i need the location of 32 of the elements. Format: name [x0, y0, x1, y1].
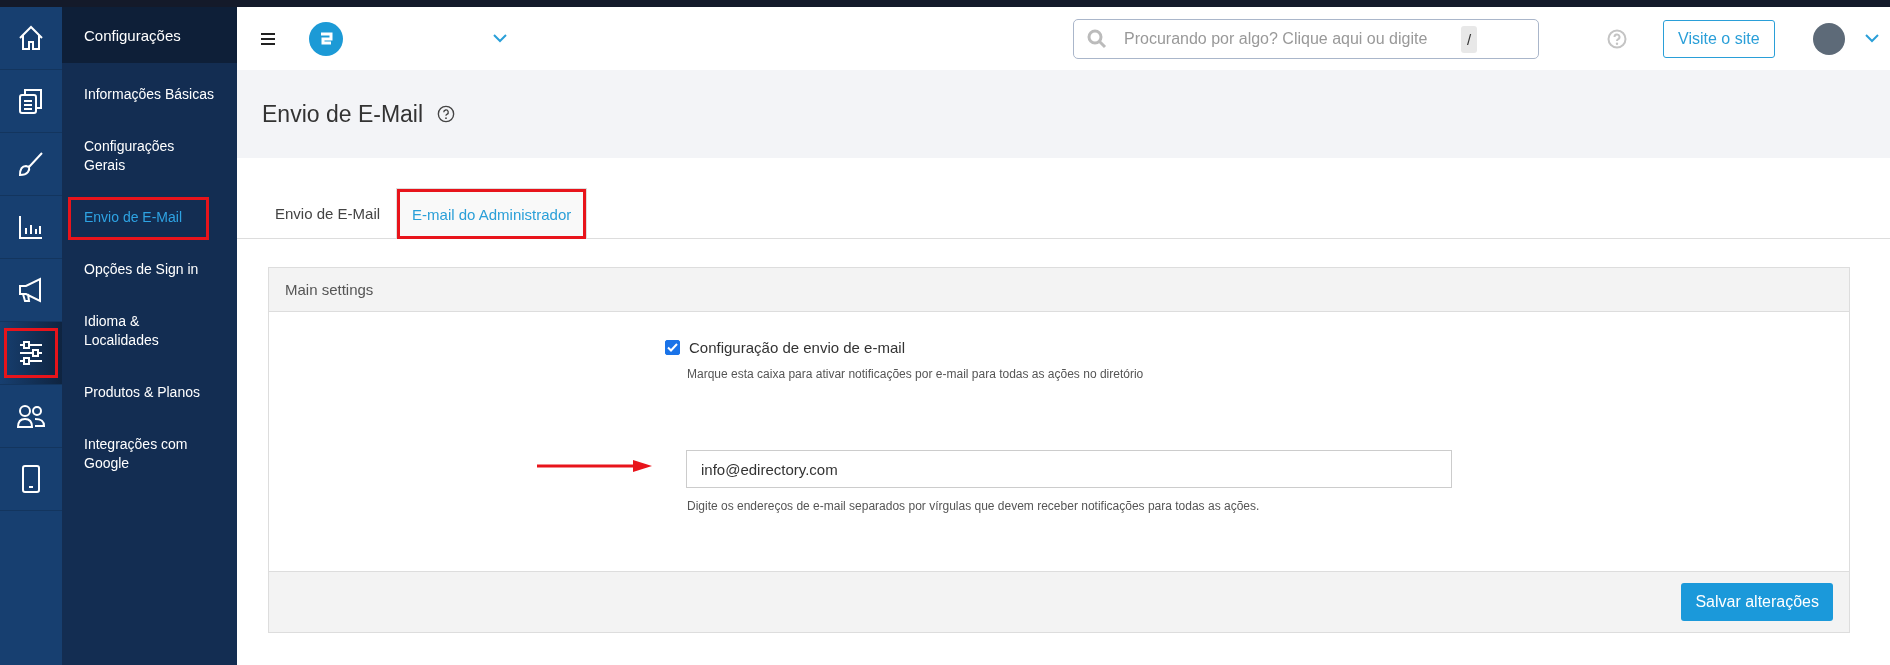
shortcut-key: /: [1461, 25, 1478, 53]
sidebar-item[interactable]: Configurações Gerais: [62, 126, 237, 186]
highlight-frame: [4, 328, 58, 378]
sidebar-item[interactable]: Opções de Sign in: [62, 249, 237, 290]
sliders-icon: [17, 339, 45, 367]
phone-icon: [19, 464, 43, 494]
sidebar-item[interactable]: Integrações com Google: [62, 424, 237, 484]
sidebar-item[interactable]: Produtos & Planos: [62, 372, 237, 413]
sidebar-item[interactable]: Idioma & Localidades: [62, 301, 237, 361]
sidebar-title: Configurações: [62, 7, 237, 63]
chevron-down-icon[interactable]: [1864, 34, 1879, 43]
avatar[interactable]: [1812, 22, 1845, 55]
help-icon[interactable]: [437, 105, 456, 123]
help-text: Marque esta caixa para ativar notificações por e-mail para todas as ações no diretório: [687, 367, 1145, 381]
search-icon: [1087, 28, 1107, 49]
email-input[interactable]: info@edirectory.com: [686, 450, 1452, 488]
tab[interactable]: Envio de E-Mail: [259, 188, 397, 238]
users-icon: [16, 402, 46, 430]
brush-icon: [17, 150, 45, 178]
pages-icon: [17, 87, 45, 115]
sidebar-item[interactable]: Envio de E-Mail: [62, 197, 237, 238]
logo-icon[interactable]: [309, 21, 343, 56]
help-text: Digite os endereços de e-mail separados por vírgulas que devem receber notificações para todas as ações.: [687, 499, 1261, 513]
home-icon: [17, 24, 45, 52]
page-title: Envio de E-Mail: [262, 100, 424, 128]
menu-icon[interactable]: [261, 32, 275, 45]
checkbox-label: Configuração de envio de e-mail: [689, 339, 905, 356]
checkbox[interactable]: [665, 340, 680, 355]
sidebar-item[interactable]: Informações Básicas: [62, 74, 237, 115]
chevron-down-icon[interactable]: [493, 34, 507, 43]
panel-title: Main settings: [285, 281, 374, 298]
bar-chart-icon: [17, 213, 45, 241]
